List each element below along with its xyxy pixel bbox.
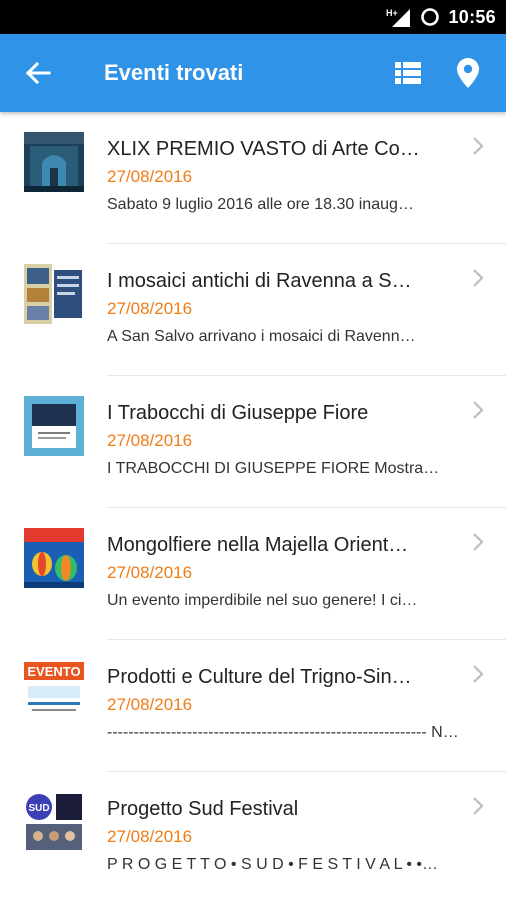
event-list: XLIX PREMIO VASTO di Arte Co… 27/08/2016… bbox=[0, 112, 506, 904]
event-date: 27/08/2016 bbox=[107, 167, 193, 186]
chevron-right-icon bbox=[473, 533, 484, 551]
event-date: 27/08/2016 bbox=[107, 563, 193, 582]
map-button[interactable] bbox=[438, 34, 498, 112]
event-date: 27/08/2016 bbox=[107, 431, 193, 450]
event-thumbnail bbox=[24, 264, 84, 324]
list-item[interactable]: XLIX PREMIO VASTO di Arte Co… 27/08/2016… bbox=[0, 112, 506, 244]
list-item[interactable]: SUD Progetto Sud Festival 27/08/2016 P R… bbox=[0, 772, 506, 904]
chevron-right-icon bbox=[473, 401, 484, 419]
event-description: I TRABOCCHI DI GIUSEPPE FIORE Mostra… bbox=[107, 460, 440, 477]
chevron-right-icon bbox=[473, 797, 484, 815]
list-item[interactable]: Mongolfiere nella Majella Orient… 27/08/… bbox=[0, 508, 506, 640]
event-description: P R O G E T T O • S U D • F E S T I V A … bbox=[107, 856, 438, 873]
app-bar: Eventi trovati bbox=[0, 34, 506, 112]
event-description: ----------------------------------------… bbox=[107, 724, 459, 741]
location-pin-icon bbox=[457, 58, 479, 88]
event-title: I Trabocchi di Giuseppe Fiore bbox=[107, 402, 369, 424]
chevron-right-icon bbox=[473, 665, 484, 683]
status-time: 10:56 bbox=[448, 6, 496, 27]
arrow-back-icon bbox=[25, 61, 51, 85]
network-signal-icon: H+ bbox=[386, 7, 412, 27]
sync-icon bbox=[420, 7, 440, 27]
back-button[interactable] bbox=[8, 34, 68, 112]
list-view-button[interactable] bbox=[378, 34, 438, 112]
event-date: 27/08/2016 bbox=[107, 827, 193, 846]
event-description: A San Salvo arrivano i mosaici di Ravenn… bbox=[107, 328, 416, 345]
chevron-right-icon bbox=[473, 137, 484, 155]
event-title: Prodotti e Culture del Trigno-Sin… bbox=[107, 666, 412, 688]
list-view-icon bbox=[395, 62, 421, 84]
page-title: Eventi trovati bbox=[104, 60, 244, 85]
event-title: Mongolfiere nella Majella Orient… bbox=[107, 534, 409, 556]
svg-text:EVENTO: EVENTO bbox=[27, 664, 80, 679]
event-thumbnail bbox=[24, 132, 84, 192]
event-thumbnail bbox=[24, 396, 84, 456]
list-item[interactable]: EVENTO Prodotti e Culture del Trigno-Sin… bbox=[0, 640, 506, 772]
event-thumbnail bbox=[24, 528, 84, 588]
event-title: XLIX PREMIO VASTO di Arte Co… bbox=[107, 138, 420, 160]
event-thumbnail: SUD bbox=[24, 792, 84, 852]
event-date: 27/08/2016 bbox=[107, 695, 193, 714]
list-item[interactable]: I mosaici antichi di Ravenna a S… 27/08/… bbox=[0, 244, 506, 376]
event-date: 27/08/2016 bbox=[107, 299, 193, 318]
event-title: I mosaici antichi di Ravenna a S… bbox=[107, 270, 412, 292]
event-description: Un evento imperdibile nel suo genere! I … bbox=[107, 592, 418, 609]
event-thumbnail: EVENTO bbox=[24, 660, 84, 720]
status-bar: H+ 10:56 bbox=[0, 0, 506, 34]
list-item[interactable]: I Trabocchi di Giuseppe Fiore 27/08/2016… bbox=[0, 376, 506, 508]
chevron-right-icon bbox=[473, 269, 484, 287]
event-description: Sabato 9 luglio 2016 alle ore 18.30 inau… bbox=[107, 196, 414, 213]
event-title: Progetto Sud Festival bbox=[107, 798, 299, 820]
svg-text:H+: H+ bbox=[386, 8, 398, 18]
svg-text:SUD: SUD bbox=[28, 803, 49, 814]
